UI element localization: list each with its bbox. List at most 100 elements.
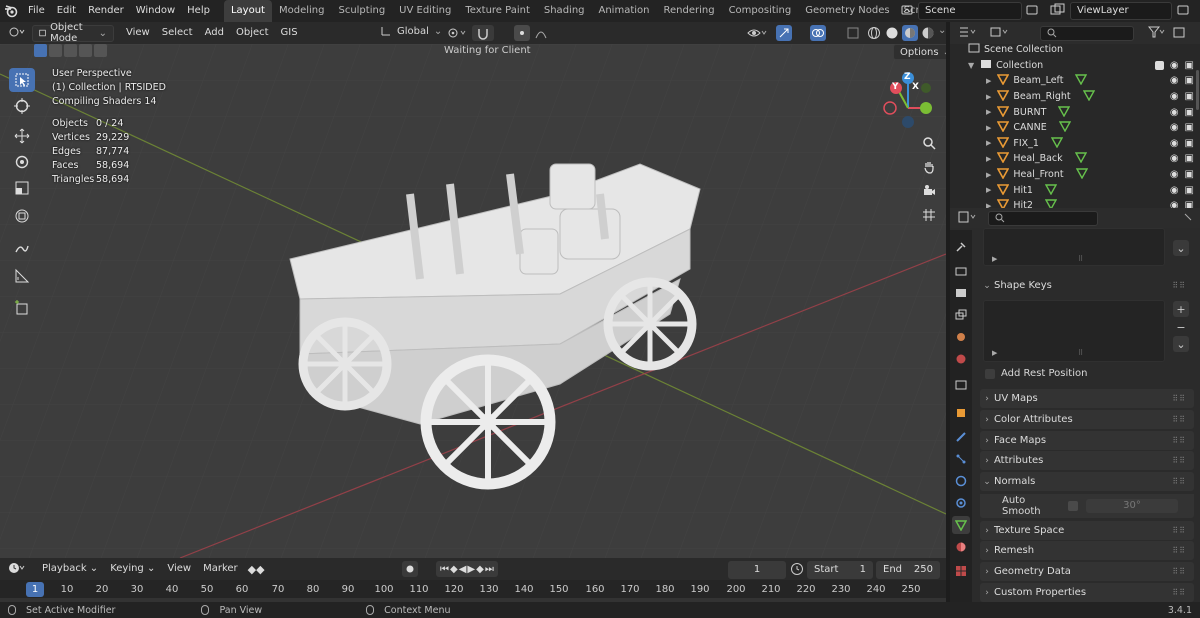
outliner-row-object[interactable]: ▶ CANNE ◉ ▣ [950,120,1200,136]
select-box-tool-icon[interactable] [9,68,35,92]
menu-file[interactable]: File [22,0,51,22]
gizmo-toggle-icon[interactable] [776,25,792,41]
tab-geometry-nodes[interactable]: Geometry Nodes [798,0,896,22]
drag-handle-icon[interactable]: ⠿⠿ [1172,588,1186,597]
expand-arrow-icon[interactable]: ▶ [986,139,991,147]
keyframe-diamond-icon[interactable]: ◆◆ [248,563,265,576]
outliner-row-collection[interactable]: ▼ Collection ◉ ▣ [950,58,1200,74]
eye-icon[interactable]: ◉ [1170,169,1179,180]
expand-arrow-icon[interactable]: ▶ [986,186,991,194]
mesh-data-icon[interactable] [1044,183,1058,198]
tab-compositing[interactable]: Compositing [722,0,799,22]
expand-arrow-icon[interactable]: ▶ [986,171,991,179]
navigation-gizmo[interactable] [880,66,944,130]
eye-icon[interactable]: ◉ [1170,153,1179,164]
drag-handle-icon[interactable]: ⠿⠿ [1172,546,1186,555]
expand-arrow-icon[interactable]: ▶ [986,93,991,101]
eye-icon[interactable]: ◉ [1170,75,1179,86]
falloff-icon[interactable] [534,26,548,43]
wireframe-shading-icon[interactable] [866,25,882,41]
camera-icon[interactable]: ▣ [1185,122,1194,133]
drag-handle-icon[interactable]: ⠿⠿ [1172,526,1186,535]
texture-space-panel[interactable]: › Texture Space ⠿⠿ [980,521,1194,540]
remesh-panel[interactable]: › Remesh ⠿⠿ [980,541,1194,560]
pin-icon[interactable] [1182,211,1194,226]
menu-gis[interactable]: GIS [275,22,304,44]
outliner-search-input[interactable] [1040,25,1134,41]
eye-icon[interactable]: ◉ [1170,185,1179,196]
play-reverse-icon[interactable]: ◀ [459,564,467,575]
list-resize-handle[interactable]: ⠿ [1078,255,1083,263]
constraints-tab-icon[interactable] [952,494,970,512]
expand-arrow-icon[interactable]: ▶ [986,77,991,85]
expand-arrow-icon[interactable]: ▶ [986,124,991,132]
menu-timeline-view[interactable]: View [161,558,197,580]
add-cube-tool-icon[interactable] [9,296,35,320]
menu-select[interactable]: Select [156,22,199,44]
overlays-icon[interactable] [810,25,826,41]
outliner-row-object[interactable]: ▶ BURNT ◉ ▣ [950,104,1200,120]
scene-icon[interactable] [900,3,914,20]
render-tab-icon[interactable] [952,262,970,280]
shape-keys-panel-header[interactable]: ⌄ Shape Keys ⠿⠿ [980,276,1194,295]
timeline-editor-type-icon[interactable] [8,561,26,578]
add-rest-position-checkbox[interactable] [985,368,995,379]
material-shading-icon[interactable] [902,25,918,41]
current-frame-field[interactable]: 1 [728,561,786,579]
material-tab-icon[interactable] [952,538,970,556]
rotate-tool-icon[interactable] [9,150,35,174]
add-shape-key-button[interactable]: + [1173,301,1189,317]
jump-end-icon[interactable]: ⏭ [485,564,494,575]
pan-hand-icon[interactable] [918,156,940,178]
3d-viewport[interactable]: User Perspective (1) Collection | RTSIDE… [0,44,946,558]
scene-browse-icon[interactable] [1025,3,1039,20]
properties-editor-type-icon[interactable] [958,210,978,227]
drag-handle-icon[interactable]: ⠿⠿ [1172,415,1186,424]
rendered-shading-icon[interactable] [920,25,936,41]
texture-tab-icon[interactable] [952,562,970,580]
outliner-scrollbar[interactable] [1196,70,1199,110]
outliner-row-object[interactable]: ▶ FIX_1 ◉ ▣ [950,136,1200,152]
chevron-down-icon[interactable]: ⌄ [938,25,946,41]
list-expand-icon[interactable]: ▶ [992,349,997,357]
outliner-row-object[interactable]: ▶ Beam_Right ◉ ▣ [950,89,1200,105]
camera-icon[interactable]: ▣ [1185,107,1194,118]
mesh-data-icon[interactable] [1050,136,1064,151]
shape-keys-list[interactable]: ▶ ⠿ [983,300,1165,362]
move-tool-icon[interactable] [9,124,35,148]
menu-view[interactable]: View [120,22,156,44]
auto-smooth-angle-field[interactable]: 30° [1086,499,1178,513]
list-resize-handle[interactable]: ⠿ [1078,349,1083,357]
object-mode-dropdown[interactable]: Object Mode ⌄ [32,22,114,44]
annotate-tool-icon[interactable] [9,236,35,260]
measure-tool-icon[interactable] [9,264,35,288]
view-layer-tab-icon[interactable] [952,306,970,324]
transform-tool-icon[interactable] [9,204,35,228]
menu-help[interactable]: Help [181,0,216,22]
camera-view-icon[interactable] [918,180,940,202]
view-layer-field[interactable]: ViewLayer [1070,2,1172,20]
options-dropdown[interactable]: Options ⌄ [893,44,946,60]
start-frame-field[interactable]: Start 1 [807,561,873,579]
drag-handle-icon[interactable]: ⠿⠿ [1172,567,1186,576]
orthographic-grid-icon[interactable] [918,204,940,226]
eye-icon[interactable]: ◉ [1170,91,1179,102]
expand-arrow-icon[interactable]: ▼ [968,61,974,70]
drag-handle-icon[interactable]: ⠿⠿ [1172,477,1186,486]
scene-tab-icon[interactable] [952,328,970,346]
color-attributes-panel[interactable]: › Color Attributes ⠿⠿ [980,410,1194,429]
tab-layout[interactable]: Layout [223,0,272,22]
tab-uv-editing[interactable]: UV Editing [392,0,458,22]
mesh-data-icon[interactable] [1058,120,1071,135]
expand-arrow-icon[interactable]: ▶ [986,108,991,116]
properties-search-input[interactable] [988,210,1098,226]
normals-panel[interactable]: ⌄ Normals ⠿⠿ [980,472,1194,491]
outliner-row-object[interactable]: ▶ Beam_Left ◉ ▣ [950,73,1200,89]
camera-icon[interactable]: ▣ [1185,169,1194,180]
custom-properties-panel[interactable]: › Custom Properties ⠿⠿ [980,583,1194,602]
select-subtract-icon[interactable] [64,44,77,57]
timeline-ruler[interactable]: 1 10 20 30 40 50 60 70 80 90 100 110 120… [0,580,946,602]
select-invert-icon[interactable] [79,44,92,57]
blender-logo-icon[interactable] [0,4,22,18]
jump-keyframe-forward-icon[interactable]: ◆ [476,564,484,575]
